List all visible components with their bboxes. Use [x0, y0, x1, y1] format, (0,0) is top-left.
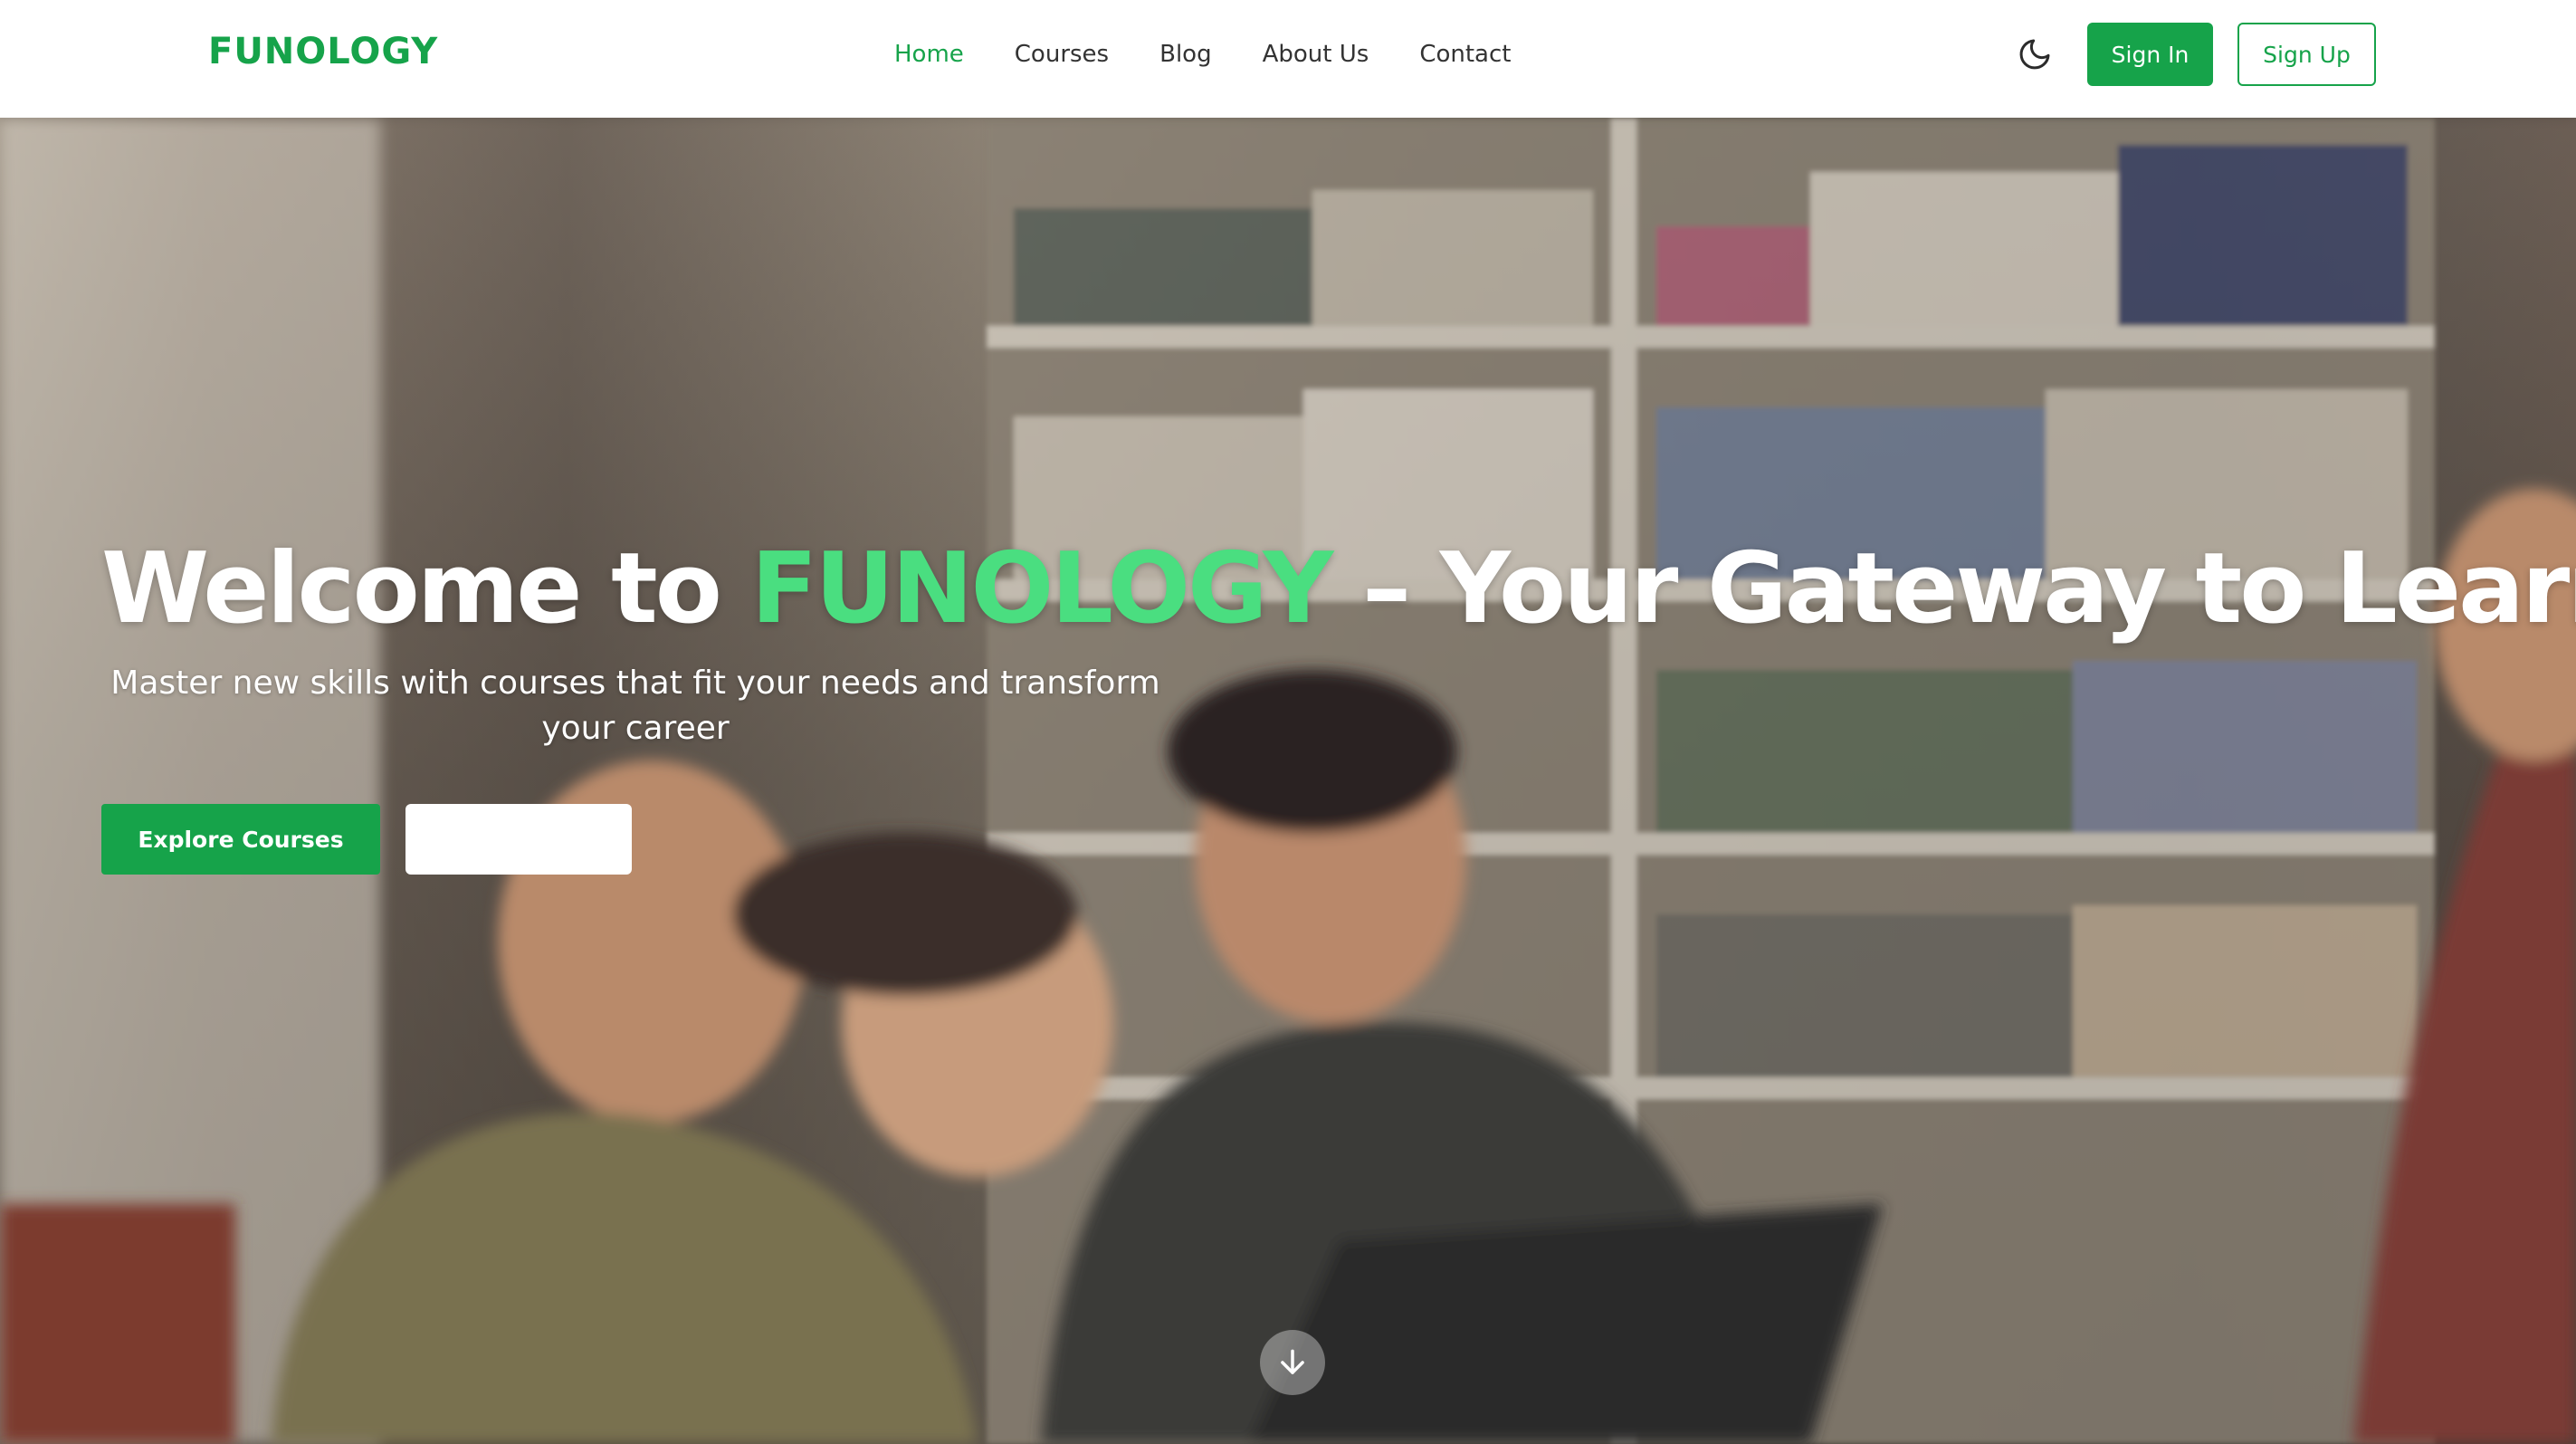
hero-section: Welcome to FUNOLOGY – Your Gateway to Le…: [0, 118, 2576, 1444]
explore-courses-button[interactable]: Explore Courses: [101, 804, 380, 875]
sign-up-button[interactable]: Sign Up: [2237, 23, 2376, 86]
hero-subtitle: Master new skills with courses that fit …: [110, 665, 1160, 747]
moon-icon: [2019, 39, 2050, 70]
hero-title: Welcome to FUNOLOGY – Your Gateway to Le…: [101, 532, 2576, 645]
site-logo[interactable]: FUNOLOGY: [208, 31, 438, 72]
hero-title-brand: FUNOLOGY: [750, 532, 1334, 645]
hero-background-image: [0, 118, 2576, 1444]
nav-link-about-us[interactable]: About Us: [1263, 41, 1369, 68]
top-navbar: FUNOLOGY Home Courses Blog About Us Cont…: [0, 0, 2576, 118]
sign-in-button[interactable]: Sign In: [2087, 23, 2213, 86]
scroll-down-button[interactable]: [1260, 1330, 1325, 1395]
main-nav: Home Courses Blog About Us Contact: [894, 0, 1511, 109]
hero-title-suffix: – Your Gateway to Learning: [1362, 532, 2576, 645]
theme-toggle-button[interactable]: [2017, 36, 2053, 72]
nav-link-home[interactable]: Home: [894, 41, 964, 68]
secondary-hero-button[interactable]: [405, 804, 632, 875]
nav-link-contact[interactable]: Contact: [1419, 41, 1511, 68]
arrow-down-icon: [1281, 1349, 1304, 1374]
nav-link-blog[interactable]: Blog: [1159, 41, 1211, 68]
nav-link-courses[interactable]: Courses: [1015, 41, 1109, 68]
hero-title-prefix: Welcome to: [101, 532, 751, 645]
